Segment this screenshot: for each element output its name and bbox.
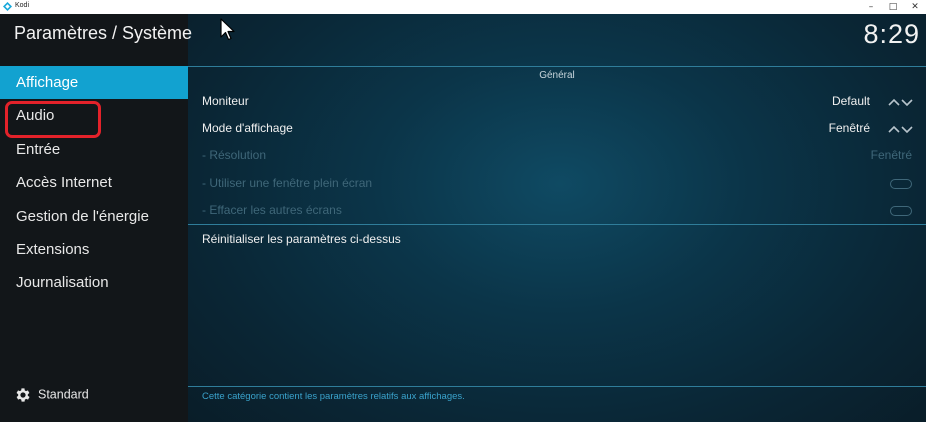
close-button[interactable]: ✕ xyxy=(904,0,926,14)
page-title: Paramètres / Système xyxy=(14,23,193,43)
setting-label: - Utiliser une fenêtre plein écran xyxy=(202,176,373,190)
setting-value: Fenêtré xyxy=(870,148,912,162)
setting-row-effacer-autres-ecrans: - Effacer les autres écrans xyxy=(188,197,926,223)
reset-label: Réinitialiser les paramètres ci-dessus xyxy=(202,232,401,246)
spinner-arrows-icon[interactable] xyxy=(888,98,914,106)
setting-value: Fenêtré xyxy=(828,121,870,135)
settings-level-button[interactable]: Standard xyxy=(14,386,89,404)
sidebar-item-label: Entrée xyxy=(16,140,61,158)
header-divider xyxy=(188,66,926,67)
setting-row-resolution: - Résolution Fenêtré xyxy=(188,142,926,168)
section-title: Général xyxy=(539,70,575,81)
sidebar-item-acces-internet[interactable]: Accès Internet xyxy=(0,166,188,199)
kodi-logo-icon xyxy=(3,2,12,11)
category-menu: Affichage Audio Entrée Accès Internet Ge… xyxy=(0,66,188,300)
sidebar: Paramètres / Système Affichage Audio Ent… xyxy=(0,14,192,422)
reset-settings-button[interactable]: Réinitialiser les paramètres ci-dessus xyxy=(188,226,926,252)
kodi-app: Paramètres / Système Affichage Audio Ent… xyxy=(0,14,926,422)
sidebar-item-gestion-energie[interactable]: Gestion de l'énergie xyxy=(0,200,188,233)
sidebar-item-label: Extensions xyxy=(16,240,90,258)
category-description: Cette catégorie contient les paramètres … xyxy=(202,391,465,402)
setting-label: Mode d'affichage xyxy=(202,121,293,135)
settings-level-label: Standard xyxy=(38,387,89,402)
window-title: Kodi xyxy=(15,2,30,9)
sidebar-item-label: Affichage xyxy=(16,74,79,91)
setting-row-moniteur[interactable]: Moniteur Default xyxy=(188,88,926,114)
toggle-switch xyxy=(890,206,912,216)
footer-divider xyxy=(188,386,926,387)
maximize-button[interactable]: □ xyxy=(882,0,904,14)
clock: 8:29 xyxy=(863,19,920,49)
setting-label: - Résolution xyxy=(202,148,267,162)
sidebar-item-affichage[interactable]: Affichage xyxy=(0,66,188,100)
setting-value: Default xyxy=(831,94,870,108)
setting-label: - Effacer les autres écrans xyxy=(202,203,342,217)
toggle-switch xyxy=(890,179,912,189)
sidebar-item-journalisation[interactable]: Journalisation xyxy=(0,266,188,299)
sidebar-item-audio[interactable]: Audio xyxy=(0,99,188,139)
sidebar-item-label: Journalisation xyxy=(16,274,109,292)
setting-row-mode-affichage[interactable]: Mode d'affichage Fenêtré xyxy=(188,115,926,141)
spinner-arrows-icon[interactable] xyxy=(888,125,914,133)
window-titlebar: Kodi – □ ✕ xyxy=(0,0,926,14)
mouse-cursor-icon xyxy=(220,18,235,41)
sidebar-item-entree[interactable]: Entrée xyxy=(0,133,188,166)
gear-icon xyxy=(16,388,30,402)
setting-row-fenetre-plein-ecran: - Utiliser une fenêtre plein écran xyxy=(188,170,926,196)
minimize-button[interactable]: – xyxy=(860,0,882,14)
sidebar-item-label: Gestion de l'énergie xyxy=(16,207,149,225)
sidebar-item-extensions[interactable]: Extensions xyxy=(0,233,188,266)
sidebar-item-label: Accès Internet xyxy=(16,174,112,192)
settings-divider xyxy=(188,224,926,225)
setting-label: Moniteur xyxy=(202,94,249,108)
